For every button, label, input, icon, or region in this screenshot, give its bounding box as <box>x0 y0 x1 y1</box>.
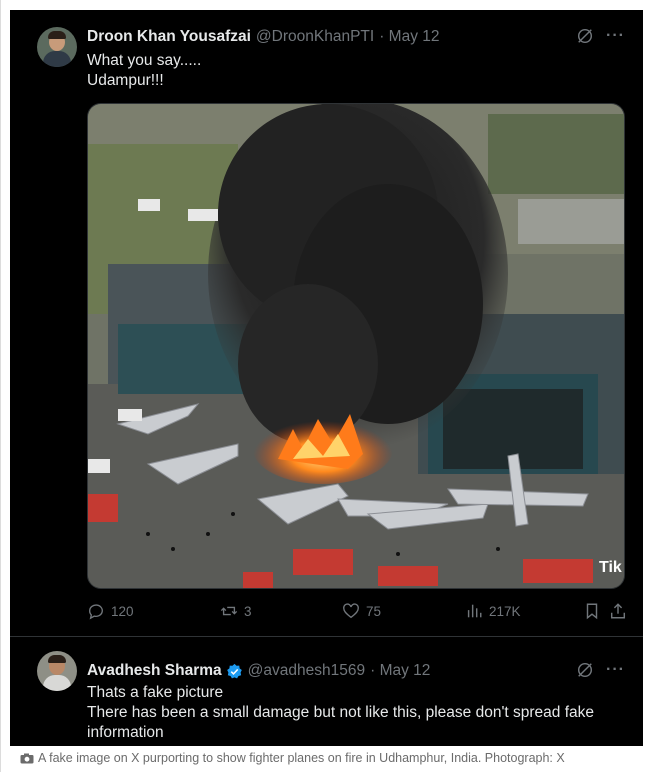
tweet-line: There has been a small damage but not li… <box>87 704 595 721</box>
grok-icon[interactable] <box>576 27 594 45</box>
more-icon[interactable]: ··· <box>606 27 625 45</box>
author-name[interactable]: Avadhesh Sharma <box>87 662 222 680</box>
fire-photo: Tik <box>88 104 624 588</box>
tweet-text: Thats a fake picture There has been a sm… <box>87 683 594 743</box>
camera-icon <box>20 753 34 763</box>
repost-icon <box>220 606 238 616</box>
reply-icon <box>89 604 103 620</box>
avatar[interactable] <box>37 651 77 691</box>
like-icon <box>343 603 359 619</box>
author-name[interactable]: Droon Khan Yousafzai <box>87 28 251 46</box>
author-handle[interactable]: @avadhesh1569 <box>248 662 365 680</box>
post-date[interactable]: · May 12 <box>379 28 439 46</box>
tweet-avadhesh[interactable]: Avadhesh Sharma @avadhesh1569 · May 12 ·… <box>10 637 643 746</box>
grok-icon[interactable] <box>576 661 594 679</box>
bookmark-icon <box>586 603 598 620</box>
views-count: 217K <box>489 603 521 619</box>
views-action[interactable]: 217K <box>465 602 521 620</box>
bookmark-action[interactable] <box>583 602 601 620</box>
tweet-line: information <box>87 724 164 741</box>
like-count: 75 <box>366 603 382 619</box>
more-icon[interactable]: ··· <box>606 661 625 679</box>
photo-caption: A fake image on X purporting to show fig… <box>20 751 565 765</box>
tweet-text: What you say..... Udampur!!! <box>87 51 201 91</box>
share-action[interactable] <box>609 602 627 620</box>
tweet-line: Udampur!!! <box>87 72 164 89</box>
reply-count: 120 <box>111 603 134 619</box>
repost-action[interactable]: 3 <box>220 602 252 620</box>
tweet-top-icons: ··· <box>576 661 625 679</box>
page-rule <box>0 0 1 772</box>
tweet-actions: 120 3 75 217K <box>87 602 627 624</box>
tweet-screenshot: Droon Khan Yousafzai @DroonKhanPTI · May… <box>10 10 643 746</box>
tweet-line: Thats a fake picture <box>87 684 224 701</box>
reply-action[interactable]: 120 <box>87 602 134 620</box>
author-handle[interactable]: @DroonKhanPTI <box>256 28 374 46</box>
tweet-top-icons: ··· <box>576 27 625 45</box>
verified-icon <box>226 663 242 678</box>
tweet-header: Avadhesh Sharma @avadhesh1569 · May 12 <box>87 661 430 681</box>
views-icon <box>467 604 482 618</box>
tweet-line: What you say..... <box>87 52 202 69</box>
media-watermark: Tik <box>599 559 622 576</box>
tweet-droon[interactable]: Droon Khan Yousafzai @DroonKhanPTI · May… <box>10 10 643 636</box>
share-icon <box>610 603 626 619</box>
post-date[interactable]: · May 12 <box>370 662 430 680</box>
tweet-header: Droon Khan Yousafzai @DroonKhanPTI · May… <box>87 27 440 47</box>
tweet-image[interactable]: Tik <box>87 103 625 589</box>
repost-count: 3 <box>244 603 252 619</box>
avatar[interactable] <box>37 27 77 67</box>
like-action[interactable]: 75 <box>342 602 381 620</box>
caption-text: A fake image on X purporting to show fig… <box>38 751 565 765</box>
